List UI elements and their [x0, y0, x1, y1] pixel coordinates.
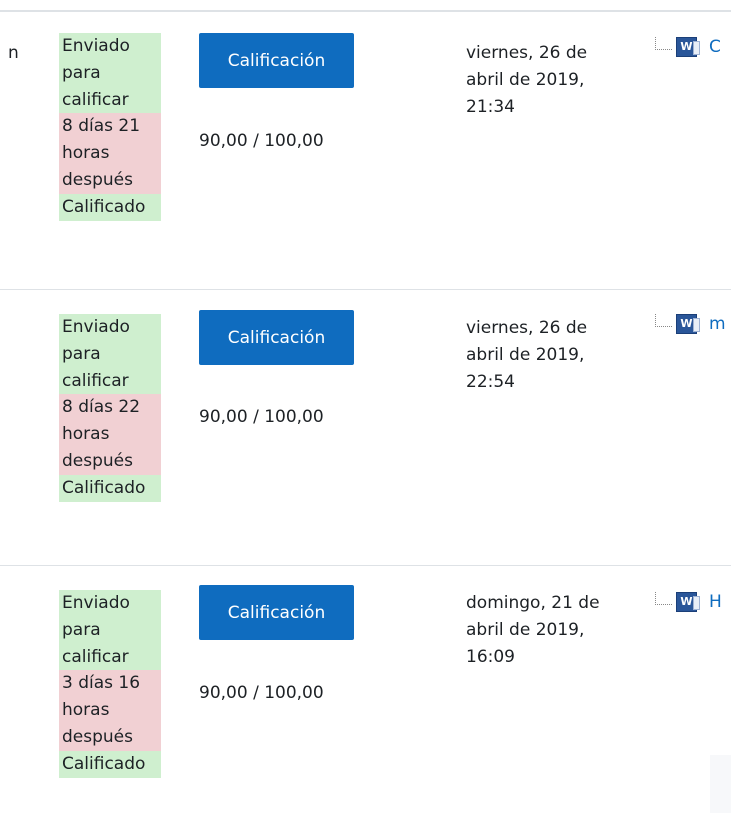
submission-status: Enviado para calificar 3 días 16 horas d… [59, 590, 161, 778]
status-submitted: Enviado para calificar [59, 590, 161, 671]
file-name-link[interactable]: H [709, 592, 722, 612]
status-submitted: Enviado para calificar [59, 33, 161, 114]
file-submission[interactable]: W m [655, 313, 726, 334]
status-graded: Calificado [59, 193, 161, 221]
grade-value: 90,00 / 100,00 [199, 407, 324, 427]
submission-status: Enviado para calificar 8 días 21 horas d… [59, 33, 161, 221]
grade-value: 90,00 / 100,00 [199, 683, 324, 703]
status-submitted: Enviado para calificar [59, 314, 161, 395]
word-document-icon: W [676, 37, 700, 57]
modified-date: domingo, 21 de abril de 2019, 16:09 [466, 593, 600, 667]
grade-button[interactable]: Calificación [199, 310, 354, 365]
status-late: 8 días 21 horas después [59, 113, 161, 194]
grade-value: 90,00 / 100,00 [199, 131, 324, 151]
file-name-link[interactable]: C [709, 37, 721, 57]
status-late: 8 días 22 horas después [59, 394, 161, 475]
file-submission[interactable]: W C [655, 36, 721, 57]
truncated-cell-text: n [8, 43, 19, 63]
modified-date: viernes, 26 de abril de 2019, 21:34 [466, 43, 588, 117]
word-document-icon: W [676, 314, 700, 334]
row-divider [0, 289, 731, 290]
status-graded: Calificado [59, 474, 161, 502]
table-top-border [0, 10, 731, 12]
tree-connector [655, 36, 672, 50]
submission-status: Enviado para calificar 8 días 22 horas d… [59, 314, 161, 502]
file-submission[interactable]: W H [655, 591, 722, 612]
tree-connector [655, 313, 672, 327]
tree-connector [655, 591, 672, 605]
file-name-link[interactable]: m [709, 314, 726, 334]
grade-button[interactable]: Calificación [199, 585, 354, 640]
faded-element [710, 755, 731, 813]
modified-date: viernes, 26 de abril de 2019, 22:54 [466, 318, 588, 392]
status-late: 3 días 16 horas después [59, 670, 161, 751]
word-document-icon: W [676, 592, 700, 612]
grade-button[interactable]: Calificación [199, 33, 354, 88]
row-divider [0, 565, 731, 566]
status-graded: Calificado [59, 750, 161, 778]
